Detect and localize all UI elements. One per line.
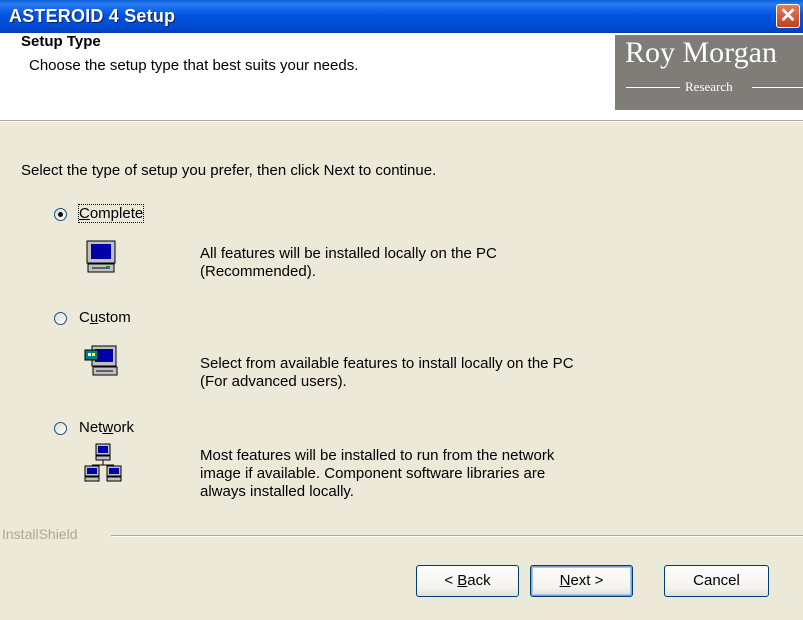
close-icon: ✕ — [779, 5, 797, 27]
header-divider — [0, 120, 803, 122]
option-label-complete[interactable]: Complete — [77, 204, 145, 223]
logo-subtitle: Research — [615, 78, 803, 96]
close-button[interactable]: ✕ — [776, 4, 800, 28]
window-title: ASTEROID 4 Setup — [9, 6, 176, 26]
radio-complete[interactable] — [54, 208, 67, 221]
logo-sub-text: Research — [685, 79, 733, 94]
back-button[interactable]: < Back — [416, 565, 519, 597]
cancel-button[interactable]: Cancel — [664, 565, 769, 597]
computer-icon — [86, 240, 116, 273]
logo-rule-left — [626, 87, 680, 88]
option-label-custom[interactable]: Custom — [79, 309, 131, 326]
radio-custom[interactable] — [54, 312, 67, 325]
next-button[interactable]: Next > — [530, 565, 633, 597]
network-icon — [84, 443, 122, 482]
brand-logo: Roy Morgan Research — [615, 35, 803, 110]
header-panel: Setup Type Choose the setup type that be… — [0, 33, 803, 120]
title-bar: ASTEROID 4 Setup ✕ — [0, 0, 803, 33]
logo-rule-right — [752, 87, 803, 88]
option-desc-network: Most features will be installed to run f… — [200, 447, 555, 500]
logo-name: Roy Morgan — [625, 36, 777, 69]
page-subtitle: Choose the setup type that best suits yo… — [29, 57, 359, 74]
page-title: Setup Type — [21, 33, 101, 50]
option-desc-custom: Select from available features to instal… — [200, 355, 574, 390]
radio-network[interactable] — [54, 422, 67, 435]
option-desc-complete: All features will be installed locally o… — [200, 245, 497, 280]
custom-computer-icon — [84, 345, 118, 376]
installshield-label: InstallShield — [2, 526, 78, 542]
footer-divider — [111, 535, 803, 537]
option-label-network[interactable]: Network — [79, 419, 134, 436]
instruction-text: Select the type of setup you prefer, the… — [21, 162, 437, 179]
